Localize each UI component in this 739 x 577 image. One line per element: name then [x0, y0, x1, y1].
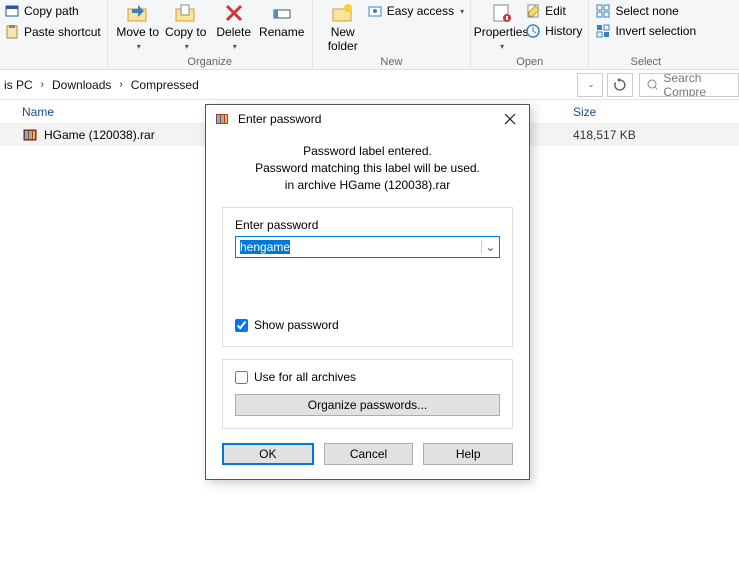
- use-for-all-checkbox[interactable]: Use for all archives: [235, 370, 500, 384]
- properties-label: Properties: [474, 26, 529, 40]
- breadcrumb[interactable]: is PC › Downloads › Compressed: [0, 70, 573, 99]
- select-none-label: Select none: [615, 4, 678, 18]
- paste-shortcut-button[interactable]: Paste shortcut: [4, 23, 101, 41]
- address-bar: is PC › Downloads › Compressed ⌄ Search …: [0, 70, 739, 100]
- file-size: 418,517 KB: [569, 128, 739, 142]
- password-group: Enter password ⌄ Show password: [222, 207, 513, 347]
- select-none-icon: [595, 3, 611, 19]
- search-input[interactable]: Search Compre: [639, 73, 739, 97]
- chevron-down-icon: ▾: [460, 7, 464, 16]
- chevron-down-icon: ▾: [500, 42, 504, 51]
- invert-selection-button[interactable]: Invert selection: [595, 22, 696, 40]
- paste-shortcut-label: Paste shortcut: [24, 25, 101, 39]
- move-to-label: Move to: [116, 26, 159, 40]
- delete-label: Delete: [216, 26, 251, 40]
- edit-label: Edit: [545, 4, 566, 18]
- breadcrumb-item[interactable]: Downloads: [52, 78, 111, 92]
- move-to-button[interactable]: Move to ▾: [114, 0, 162, 51]
- chevron-right-icon[interactable]: ›: [37, 79, 48, 90]
- use-for-all-label: Use for all archives: [254, 370, 356, 384]
- show-password-input[interactable]: [235, 319, 248, 332]
- winrar-icon: [214, 111, 230, 127]
- copy-path-button[interactable]: Copy path: [4, 2, 101, 20]
- enter-password-dialog: Enter password Password label entered. P…: [205, 104, 530, 480]
- dialog-titlebar[interactable]: Enter password: [206, 105, 529, 133]
- password-input[interactable]: [236, 240, 481, 254]
- edit-button[interactable]: Edit: [525, 2, 582, 20]
- ribbon-group-organize: Move to ▾ Copy to ▾ Delete ▾ Rename Organiz…: [108, 0, 313, 69]
- help-button[interactable]: Help: [423, 443, 513, 465]
- delete-icon: [222, 2, 246, 24]
- history-label: History: [545, 24, 582, 38]
- show-password-label: Show password: [254, 318, 339, 332]
- dialog-buttons: OK Cancel Help: [222, 443, 513, 465]
- recent-locations-button[interactable]: ⌄: [577, 73, 603, 97]
- ok-button[interactable]: OK: [222, 443, 314, 465]
- organize-group-label: Organize: [108, 56, 312, 69]
- breadcrumb-item[interactable]: Compressed: [131, 78, 199, 92]
- chevron-down-icon: ▾: [185, 42, 189, 51]
- dialog-msg-line: Password matching this label will be use…: [222, 160, 513, 177]
- rename-icon: [270, 2, 294, 24]
- chevron-right-icon[interactable]: ›: [115, 79, 126, 90]
- copy-to-icon: [174, 2, 198, 24]
- enter-password-label: Enter password: [235, 218, 500, 232]
- easy-access-label: Easy access: [387, 4, 454, 18]
- invert-selection-label: Invert selection: [615, 24, 696, 38]
- show-password-checkbox[interactable]: Show password: [235, 318, 500, 332]
- rename-label: Rename: [259, 26, 304, 40]
- history-icon: [525, 23, 541, 39]
- search-placeholder: Search Compre: [663, 73, 732, 97]
- dialog-msg-line: Password label entered.: [222, 143, 513, 160]
- chevron-down-icon: ▾: [233, 42, 237, 51]
- ribbon-group-select: Select none Invert selection Select: [589, 0, 702, 69]
- copy-to-button[interactable]: Copy to ▾: [162, 0, 210, 51]
- chevron-down-icon: ▾: [137, 42, 141, 51]
- password-dropdown-button[interactable]: ⌄: [481, 240, 499, 254]
- use-for-all-input[interactable]: [235, 371, 248, 384]
- properties-icon: [489, 2, 513, 24]
- select-group-label: Select: [589, 56, 702, 69]
- edit-icon: [525, 3, 541, 19]
- column-size[interactable]: Size: [569, 105, 739, 119]
- ribbon: Copy path Paste shortcut Move to ▾ Copy t…: [0, 0, 739, 70]
- cancel-button[interactable]: Cancel: [324, 443, 414, 465]
- organize-passwords-button[interactable]: Organize passwords...: [235, 394, 500, 416]
- rar-file-icon: [22, 127, 38, 143]
- dialog-msg-line: in archive HGame (120038).rar: [222, 177, 513, 194]
- properties-button[interactable]: Properties▾: [477, 0, 525, 51]
- options-group: Use for all archives Organize passwords.…: [222, 359, 513, 429]
- easy-access-icon: [367, 3, 383, 19]
- dialog-message: Password label entered. Password matchin…: [222, 143, 513, 193]
- new-folder-icon: [331, 2, 355, 24]
- rename-button[interactable]: Rename: [258, 0, 306, 40]
- dialog-title: Enter password: [238, 112, 487, 126]
- easy-access-button[interactable]: Easy access ▾: [367, 2, 464, 20]
- close-icon: [504, 113, 516, 125]
- password-combobox[interactable]: ⌄: [235, 236, 500, 258]
- copy-path-icon: [4, 3, 20, 19]
- history-button[interactable]: History: [525, 22, 582, 40]
- move-to-icon: [126, 2, 150, 24]
- new-folder-button[interactable]: New folder: [319, 0, 367, 54]
- breadcrumb-item[interactable]: is PC: [4, 78, 33, 92]
- copy-path-label: Copy path: [24, 4, 79, 18]
- ribbon-group-new: New folder Easy access ▾ New: [313, 0, 471, 69]
- select-none-button[interactable]: Select none: [595, 2, 696, 20]
- new-group-label: New: [313, 56, 470, 69]
- ribbon-group-open: Properties▾ Edit History Open: [471, 0, 589, 69]
- refresh-button[interactable]: [607, 73, 633, 97]
- new-folder-label: New folder: [319, 26, 367, 54]
- delete-button[interactable]: Delete ▾: [210, 0, 258, 51]
- search-icon: [646, 78, 657, 92]
- chevron-down-icon: ⌄: [588, 80, 595, 89]
- invert-selection-icon: [595, 23, 611, 39]
- open-group-label: Open: [471, 56, 588, 69]
- copy-to-label: Copy to: [165, 26, 206, 40]
- paste-shortcut-icon: [4, 24, 20, 40]
- ribbon-clipboard: Copy path Paste shortcut: [0, 0, 108, 69]
- close-button[interactable]: [495, 108, 525, 130]
- refresh-icon: [613, 78, 627, 92]
